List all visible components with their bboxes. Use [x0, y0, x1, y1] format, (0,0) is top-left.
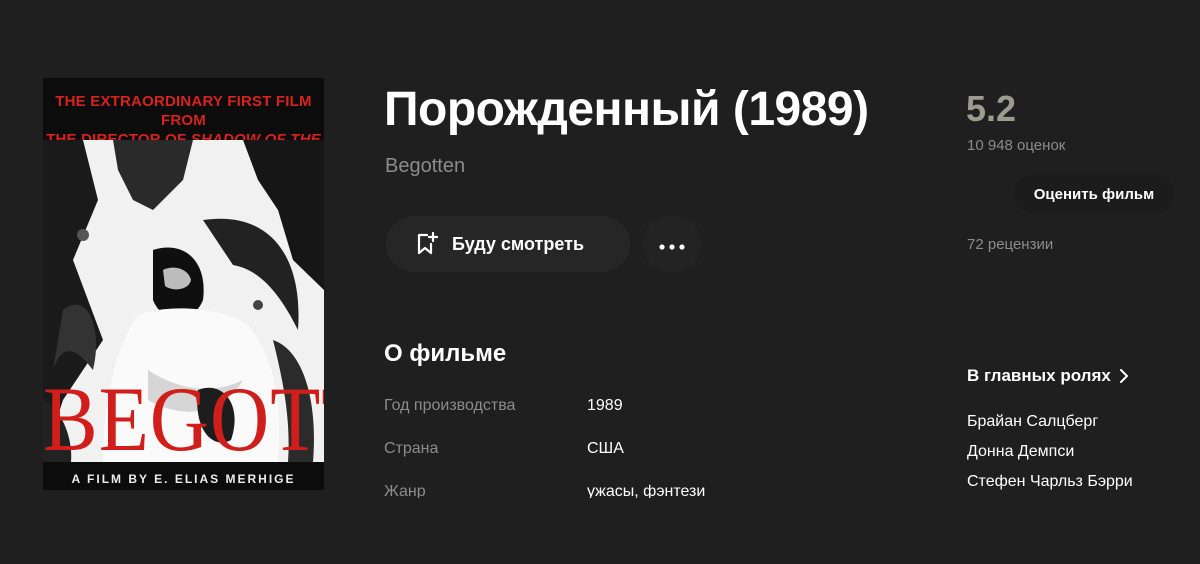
- facts-table: Год производства 1989 Страна США Жанр уж…: [384, 392, 904, 498]
- poster-tagline-line1: THE EXTRAORDINARY FIRST FILM FROM: [55, 93, 312, 129]
- poster-title: BEGOTTEN: [43, 368, 324, 471]
- chevron-right-icon: [1119, 368, 1129, 384]
- rating-value: 5.2: [966, 88, 1017, 129]
- cast-member[interactable]: Брайан Салцберг: [967, 407, 1133, 437]
- original-title: Begotten: [385, 155, 466, 177]
- cast-heading: В главных ролях: [967, 366, 1111, 385]
- votes-count: 10 948 оценок: [967, 137, 1066, 154]
- about-heading: О фильме: [384, 340, 507, 367]
- cast-member[interactable]: Стефен Чарльз Бэрри: [967, 467, 1133, 497]
- cast-list: Брайан Салцберг Донна Демпси Стефен Чарл…: [967, 407, 1133, 497]
- page-title: Порожденный (1989): [384, 83, 869, 136]
- reviews-link[interactable]: 72 рецензии: [967, 236, 1053, 253]
- watchlist-label: Буду смотреть: [452, 233, 585, 254]
- fact-value[interactable]: США: [587, 440, 624, 458]
- bookmark-plus-icon: [416, 232, 438, 256]
- fact-row-genre: Жанр ужасы, фэнтези: [384, 478, 904, 498]
- cast-heading-link[interactable]: В главных ролях: [967, 366, 1129, 386]
- watchlist-button[interactable]: Буду смотреть: [386, 216, 630, 272]
- more-button[interactable]: [642, 216, 702, 272]
- fact-key: Год производства: [384, 397, 516, 414]
- rate-film-button[interactable]: Оценить фильм: [1014, 174, 1174, 214]
- fact-value[interactable]: ужасы, фэнтези: [587, 483, 705, 498]
- cast-member[interactable]: Донна Демпси: [967, 437, 1133, 467]
- more-dots-icon: [659, 235, 685, 254]
- fact-key: Жанр: [384, 483, 426, 498]
- movie-poster: THE EXTRAORDINARY FIRST FILM FROM THE DI…: [43, 78, 324, 490]
- fact-value[interactable]: 1989: [587, 397, 623, 415]
- fact-row-country: Страна США: [384, 435, 904, 478]
- fact-key: Страна: [384, 440, 439, 457]
- poster-credit: A FILM BY E. ELIAS MERHIGE: [71, 472, 296, 486]
- fact-row-year: Год производства 1989: [384, 392, 904, 435]
